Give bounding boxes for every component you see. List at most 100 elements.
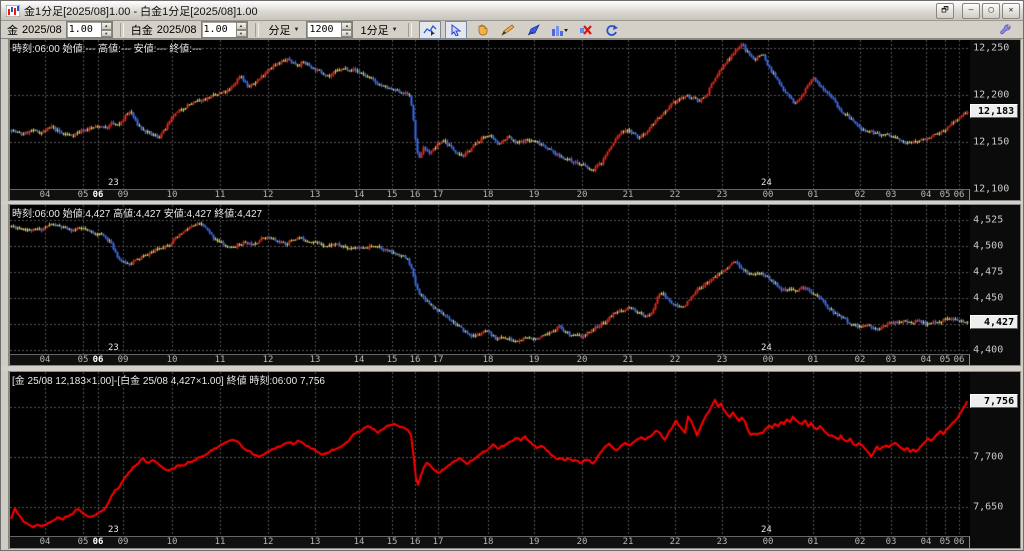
time-tick-label: 13 bbox=[309, 355, 321, 365]
chevron-down-icon: ▼ bbox=[293, 26, 300, 33]
date-marker: 23 bbox=[107, 178, 119, 188]
time-tick-label: 16 bbox=[409, 537, 421, 547]
time-tick-label: 06 bbox=[953, 355, 965, 365]
minimize-button[interactable]: – bbox=[962, 2, 980, 19]
panel-left-gutter bbox=[1, 371, 9, 549]
pan-tool-button[interactable] bbox=[471, 21, 493, 39]
time-tick-label: 09 bbox=[117, 355, 129, 365]
hand-icon bbox=[478, 24, 487, 35]
plot-canvas-platinum-1min[interactable] bbox=[9, 205, 971, 354]
maximize-button[interactable]: ▢ bbox=[982, 2, 1000, 19]
price-axis-label: 12,100 bbox=[973, 183, 1010, 195]
time-tick-label: 04 bbox=[39, 190, 51, 200]
time-tick-label: 22 bbox=[669, 355, 681, 365]
time-tick-label: 12 bbox=[262, 355, 274, 365]
panel-right-edge bbox=[1020, 204, 1023, 366]
time-tick-label: 13 bbox=[309, 190, 321, 200]
draw-pen-tool-button[interactable] bbox=[523, 21, 545, 39]
chart-area: 時刻:06:00 始値:--- 高値:--- 安値:--- 終値:--- 23 24… bbox=[1, 39, 1023, 549]
float-window-button[interactable]: 🗗 bbox=[936, 2, 954, 19]
time-tick-label: 03 bbox=[885, 355, 897, 365]
time-axis: 04 05 06 09 10 11 12 13 14 15 16 17 18 19 20 21 22 23 00 01… bbox=[8, 354, 971, 366]
price-axis-label: 12,250 bbox=[973, 42, 1010, 54]
panel-left-gutter bbox=[1, 204, 9, 366]
time-tick-label: 14 bbox=[353, 190, 365, 200]
gold-multiplier-up[interactable]: ▲ bbox=[100, 22, 112, 30]
bar-count-spinner[interactable]: 1200 ▲ ▼ bbox=[306, 21, 354, 38]
plot-canvas-gold-1min[interactable] bbox=[9, 40, 971, 189]
timeframe-dropdown[interactable]: 1分足 ▼ bbox=[357, 21, 400, 39]
time-tick-label: 00 bbox=[762, 355, 774, 365]
info-line: 時刻:06:00 始値:4,427 高値:4,427 安値:4,427 終値:4… bbox=[11, 209, 263, 220]
time-tick-label: 19 bbox=[528, 355, 540, 365]
date-marker: 23 bbox=[107, 343, 119, 353]
price-axis-label: 12,200 bbox=[973, 89, 1010, 101]
chart-panel-gold-1min: 時刻:06:00 始値:--- 高値:--- 安値:--- 終値:--- 23 24… bbox=[1, 39, 1023, 201]
toolbar-separator bbox=[407, 22, 412, 37]
bar-count-value[interactable]: 1200 bbox=[307, 24, 341, 35]
time-tick-label: 10 bbox=[166, 190, 178, 200]
time-tick-label: 15 bbox=[386, 190, 398, 200]
time-tick-label: 17 bbox=[432, 355, 444, 365]
platinum-multiplier-down[interactable]: ▼ bbox=[235, 29, 247, 37]
gold-multiplier-value[interactable]: 1.00 bbox=[67, 24, 101, 35]
pen-icon bbox=[527, 23, 540, 35]
time-tick-label: 16 bbox=[409, 355, 421, 365]
indicator-bars-tool-button[interactable] bbox=[549, 21, 571, 39]
date-marker: 23 bbox=[107, 525, 119, 535]
last-price-box: 12,183 bbox=[970, 103, 1019, 118]
settings-button[interactable] bbox=[995, 21, 1017, 39]
delete-tool-button[interactable] bbox=[575, 21, 597, 39]
price-axis-label: 4,475 bbox=[973, 266, 1004, 278]
select-tool-button[interactable] bbox=[444, 20, 467, 39]
time-tick-label: 05 bbox=[939, 537, 951, 547]
plot-canvas-gold-platinum-spread[interactable] bbox=[9, 372, 971, 536]
plot-platinum-1min[interactable]: 時刻:06:00 始値:4,427 高値:4,427 安値:4,427 終値:4… bbox=[8, 204, 971, 354]
wrench-icon bbox=[1000, 24, 1011, 34]
title-bar[interactable]: 金1分足[2025/08]1.00 - 白金1分足[2025/08]1.00 🗗… bbox=[1, 1, 1023, 21]
time-tick-label: 01 bbox=[807, 537, 819, 547]
time-tick-label: 13 bbox=[309, 537, 321, 547]
bar-count-up[interactable]: ▲ bbox=[341, 22, 353, 30]
time-tick-label: 04 bbox=[920, 190, 932, 200]
time-tick-label: 20 bbox=[576, 355, 588, 365]
platinum-multiplier-spinner[interactable]: 1.00 ▲ ▼ bbox=[200, 21, 248, 38]
time-tick-label: 02 bbox=[854, 355, 866, 365]
platinum-symbol-label: 白金 bbox=[130, 24, 153, 37]
time-tick-label: 04 bbox=[39, 537, 51, 547]
time-tick-label: 09 bbox=[117, 537, 129, 547]
close-button[interactable]: ✕ bbox=[1002, 2, 1020, 19]
bar-count-down[interactable]: ▼ bbox=[341, 29, 353, 37]
refresh-tool-button[interactable] bbox=[601, 21, 623, 39]
price-axis-label: 4,400 bbox=[973, 344, 1004, 356]
gold-multiplier-down[interactable]: ▼ bbox=[100, 29, 112, 37]
platinum-multiplier-up[interactable]: ▲ bbox=[235, 22, 247, 30]
period-type-dropdown[interactable]: 分足 ▼ bbox=[266, 21, 303, 39]
time-tick-label: 19 bbox=[528, 190, 540, 200]
time-tick-label: 23 bbox=[716, 190, 728, 200]
price-axis-gold-1min[interactable]: 12,250 12,200 12,150 12,100 12,183 bbox=[970, 39, 1021, 201]
time-tick-label: 05 bbox=[77, 190, 89, 200]
app-chart-icon bbox=[6, 4, 20, 17]
pencil-tool-button[interactable] bbox=[497, 21, 519, 39]
time-tick-label: 01 bbox=[807, 190, 819, 200]
time-tick-label: 06 bbox=[953, 537, 965, 547]
price-axis-platinum-1min[interactable]: 4,525 4,500 4,475 4,450 4,400 4,427 bbox=[970, 204, 1021, 366]
gold-multiplier-spinner[interactable]: 1.00 ▲ ▼ bbox=[65, 21, 113, 38]
toolbar: 金 2025/08 1.00 ▲ ▼ 白金 2025/08 1.00 ▲ ▼ 分足 ▼… bbox=[1, 20, 1023, 39]
time-tick-label: 06 bbox=[953, 190, 965, 200]
time-tick-label: 16 bbox=[409, 190, 421, 200]
bar-chart-icon bbox=[551, 25, 568, 36]
time-tick-label: 11 bbox=[214, 190, 226, 200]
plot-gold-1min[interactable]: 時刻:06:00 始値:--- 高値:--- 安値:--- 終値:--- 23 24 bbox=[8, 39, 971, 189]
platinum-multiplier-value[interactable]: 1.00 bbox=[202, 24, 236, 35]
price-axis-gold-platinum-spread[interactable]: 7,700 7,650 7,756 bbox=[970, 371, 1021, 549]
time-tick-label: 21 bbox=[622, 537, 634, 547]
plot-gold-platinum-spread[interactable]: [金 25/08 12,183×1.00]-[白金 25/08 4,427×1.… bbox=[8, 371, 971, 536]
pencil-icon bbox=[501, 24, 515, 36]
panel-right-edge bbox=[1020, 39, 1023, 201]
crosshair-chart-tool-button[interactable] bbox=[418, 20, 441, 39]
time-tick-label: 15 bbox=[386, 355, 398, 365]
time-tick-label: 03 bbox=[885, 190, 897, 200]
time-tick-label: 17 bbox=[432, 537, 444, 547]
